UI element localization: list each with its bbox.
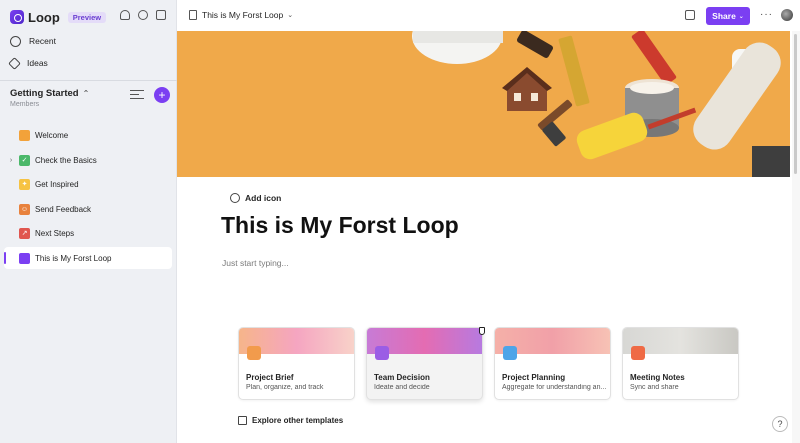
explore-templates-label: Explore other templates xyxy=(252,416,344,425)
template-icon xyxy=(375,346,389,360)
check-icon: ✓ xyxy=(19,154,30,166)
copy-icon[interactable] xyxy=(685,10,695,20)
body-placeholder[interactable]: Just start typing... xyxy=(222,258,289,268)
template-description: Plan, organize, and track xyxy=(246,384,324,391)
scrollbar-thumb[interactable] xyxy=(794,34,797,174)
add-page-button[interactable]: + xyxy=(154,87,170,103)
search-icon[interactable] xyxy=(138,10,148,20)
more-options-icon[interactable]: ··· xyxy=(760,9,773,20)
pen-icon xyxy=(8,56,21,70)
page-title[interactable]: This is My Forst Loop xyxy=(221,212,459,239)
sidebar-page-item[interactable]: ↗ Next Steps xyxy=(4,222,172,244)
smile-icon: ☺ xyxy=(19,203,30,215)
loop-logo-icon xyxy=(10,10,24,24)
sort-menu-icon[interactable] xyxy=(130,90,144,99)
sidebar-page-item[interactable]: › ✓ Check the Basics xyxy=(4,149,172,171)
template-card[interactable]: Team Decision Ideate and decide xyxy=(366,327,483,400)
template-icon xyxy=(247,346,261,360)
template-description: Aggregate for understanding an... xyxy=(502,384,607,391)
sidebar-page-item[interactable]: This is My Forst Loop xyxy=(4,247,172,269)
workspace-title[interactable]: Getting Started ⌃ xyxy=(10,88,89,99)
sidebar: Loop Preview Recent Ideas Getting Starte… xyxy=(0,0,177,443)
app-name: Loop xyxy=(28,9,60,25)
notifications-bell-icon[interactable] xyxy=(120,10,130,20)
nav-item-recent[interactable]: Recent xyxy=(10,32,56,50)
chevron-down-icon: ⌄ xyxy=(738,13,744,20)
sidebar-page-label: This is My Forst Loop xyxy=(35,253,112,263)
template-gallery-icon xyxy=(238,416,247,425)
sidebar-top-actions xyxy=(120,10,166,20)
sidebar-page-item[interactable]: Welcome xyxy=(4,124,172,146)
add-icon-label: Add icon xyxy=(245,193,282,203)
sidebar-page-label: Check the Basics xyxy=(35,155,97,165)
sidebar-divider xyxy=(0,80,177,81)
brand[interactable]: Loop Preview xyxy=(10,8,107,26)
sparkle-icon: ✦ xyxy=(19,178,30,190)
arrow-icon: ↗ xyxy=(19,227,30,239)
workspace-members[interactable]: Members xyxy=(10,101,39,108)
preview-badge: Preview xyxy=(67,11,107,23)
sidebar-page-label: Send Feedback xyxy=(35,204,92,214)
chevron-updown-icon: ⌃ xyxy=(82,89,90,98)
template-title: Meeting Notes xyxy=(630,373,685,382)
cover-image[interactable] xyxy=(177,31,790,177)
nav-item-label: Ideas xyxy=(27,58,48,68)
breadcrumb-title[interactable]: This is My Forst Loop ⌄ xyxy=(202,10,293,20)
template-icon xyxy=(503,346,517,360)
template-title: Project Planning xyxy=(502,373,566,382)
smiley-icon xyxy=(230,193,240,203)
expand-chevron-icon[interactable]: › xyxy=(4,157,18,164)
hand-cursor-icon xyxy=(479,327,485,335)
clock-icon xyxy=(10,35,21,47)
explore-templates-link[interactable]: Explore other templates xyxy=(238,416,343,425)
nav-item-ideas[interactable]: Ideas xyxy=(8,54,48,72)
template-title: Project Brief xyxy=(246,373,294,382)
cover-illustration xyxy=(412,31,790,177)
panel-icon[interactable] xyxy=(156,10,166,20)
scrollbar[interactable] xyxy=(792,31,800,443)
sidebar-page-item[interactable]: ✦ Get Inspired xyxy=(4,173,172,195)
template-description: Ideate and decide xyxy=(374,384,430,391)
chevron-down-icon: ⌄ xyxy=(287,12,294,19)
nav-item-label: Recent xyxy=(29,36,56,46)
avatar[interactable] xyxy=(781,9,793,21)
document-icon xyxy=(189,10,197,20)
template-icon xyxy=(631,346,645,360)
help-button[interactable]: ? xyxy=(772,416,788,432)
sidebar-page-label: Welcome xyxy=(35,130,69,140)
wave-hand-icon xyxy=(19,129,30,141)
breadcrumb-title-text: This is My Forst Loop xyxy=(202,10,284,20)
top-bar: This is My Forst Loop ⌄ Share ⌄ ··· xyxy=(177,0,800,31)
document-icon xyxy=(19,252,30,264)
template-description: Sync and share xyxy=(630,384,679,391)
share-button-label: Share xyxy=(712,11,736,21)
template-card[interactable]: Project Brief Plan, organize, and track xyxy=(238,327,355,400)
add-icon-button[interactable]: Add icon xyxy=(230,193,281,203)
workspace-title-text: Getting Started xyxy=(10,88,79,99)
sidebar-page-label: Next Steps xyxy=(35,228,75,238)
template-title: Team Decision xyxy=(374,373,430,382)
template-card[interactable]: Project Planning Aggregate for understand… xyxy=(494,327,611,400)
sidebar-page-item[interactable]: ☺ Send Feedback xyxy=(4,198,172,220)
sidebar-page-label: Get Inspired xyxy=(35,179,79,189)
share-button[interactable]: Share ⌄ xyxy=(706,7,750,25)
template-card[interactable]: Meeting Notes Sync and share xyxy=(622,327,739,400)
